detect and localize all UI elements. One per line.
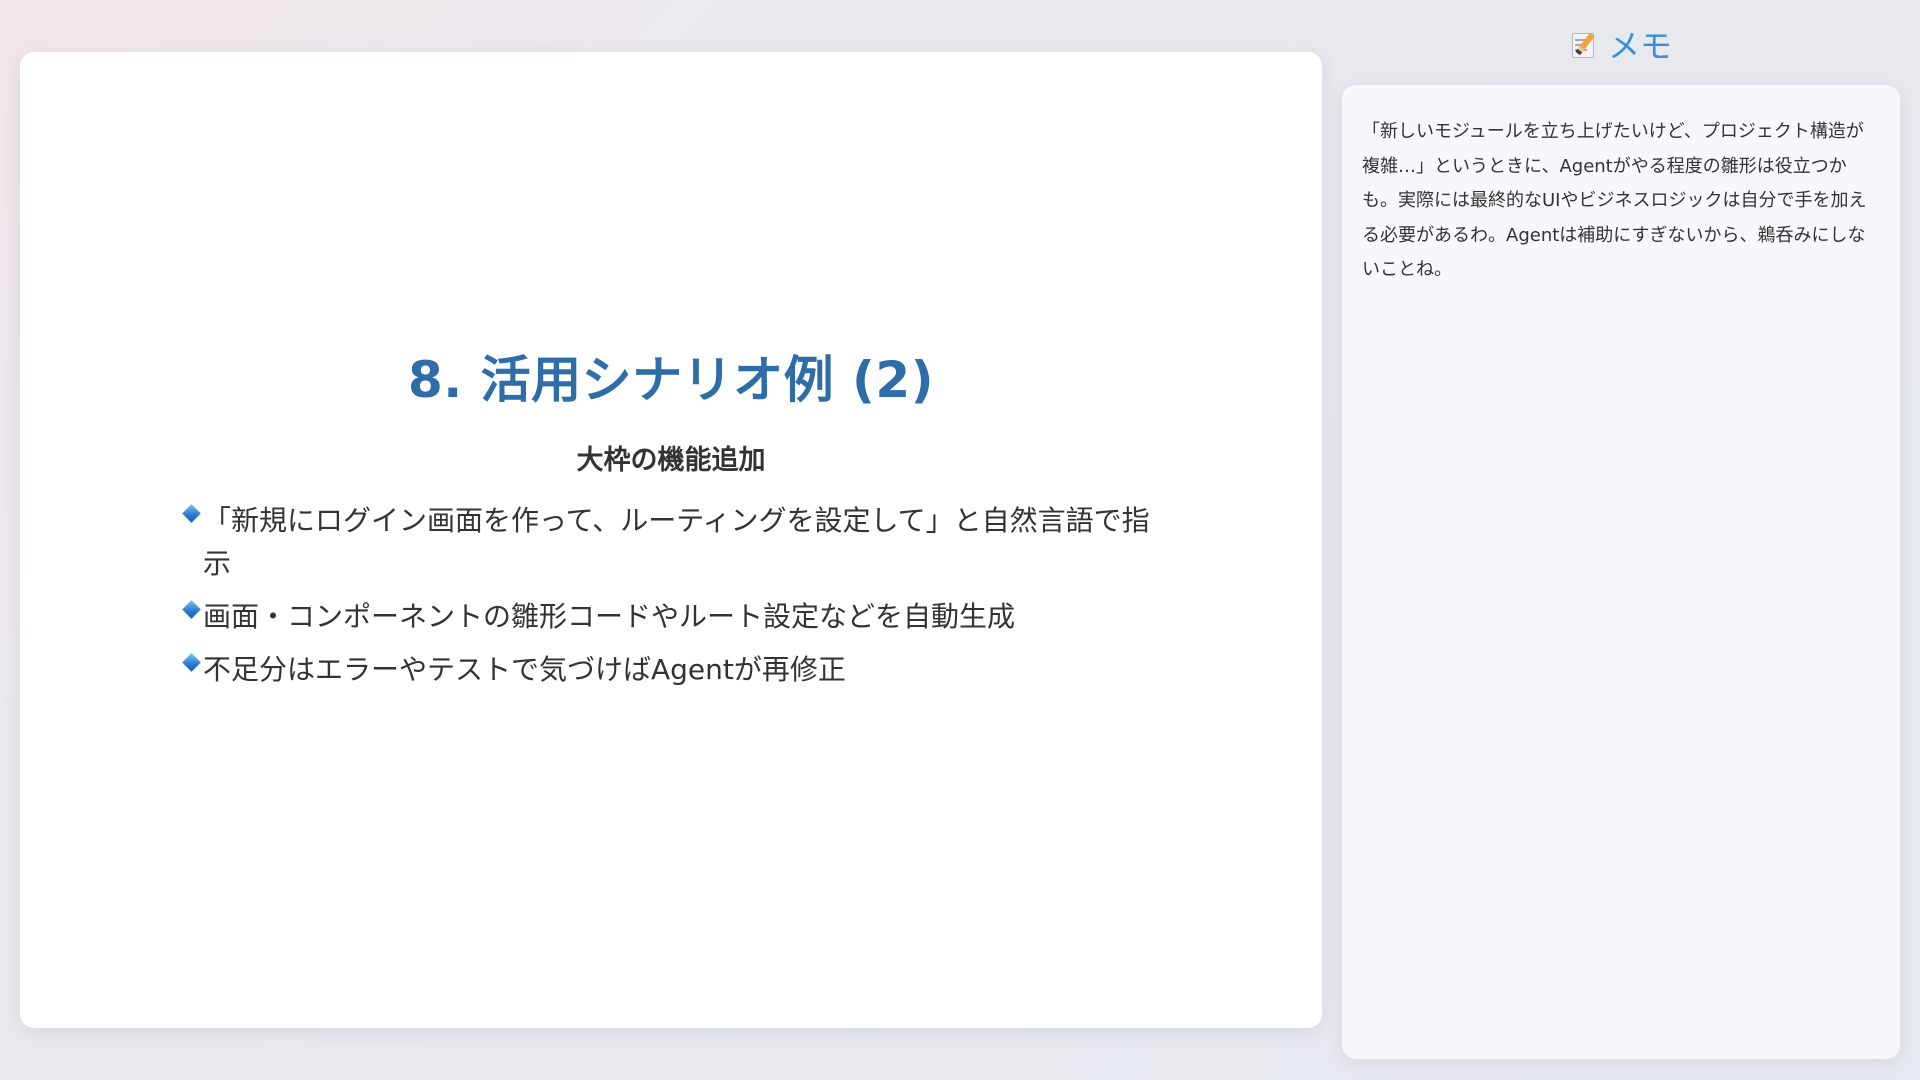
slide-subtitle: 大枠の機能追加: [576, 444, 766, 476]
list-item: 不足分はエラーやテストで気づけばAgentが再修正: [181, 648, 1161, 691]
blue-diamond-icon: [181, 595, 203, 638]
list-item: 「新規にログイン画面を作って、ルーティングを設定して」と自然言語で指示: [181, 499, 1161, 585]
bullet-text: 不足分はエラーやテストで気づけばAgentが再修正: [203, 652, 846, 686]
slide-title: 8. 活用シナリオ例 (2): [407, 350, 935, 409]
blue-diamond-icon: [181, 648, 203, 691]
memo-header: メモ: [1342, 18, 1900, 70]
bullet-text: 「新規にログイン画面を作って、ルーティングを設定して」と自然言語で指示: [203, 503, 1150, 580]
list-item: 画面・コンポーネントの雛形コードやルート設定などを自動生成: [181, 595, 1161, 638]
memo-text: 「新しいモジュールを立ち上げたいけど、プロジェクト構造が複雑…」というときに、A…: [1362, 121, 1867, 280]
slide-panel: 8. 活用シナリオ例 (2) 大枠の機能追加 「新規にログイン画面を作って、ルー…: [20, 52, 1322, 1028]
bullet-text: 画面・コンポーネントの雛形コードやルート設定などを自動生成: [203, 599, 1016, 633]
blue-diamond-icon: [181, 499, 203, 542]
slide-content: 8. 活用シナリオ例 (2) 大枠の機能追加 「新規にログイン画面を作って、ルー…: [20, 52, 1322, 1028]
memo-title: メモ: [1607, 27, 1672, 65]
bullet-list: 「新規にログイン画面を作って、ルーティングを設定して」と自然言語で指示 画面・コ…: [181, 499, 1161, 701]
memo-icon: [1570, 30, 1598, 58]
memo-panel[interactable]: 「新しいモジュールを立ち上げたいけど、プロジェクト構造が複雑…」というときに、A…: [1342, 85, 1900, 1059]
